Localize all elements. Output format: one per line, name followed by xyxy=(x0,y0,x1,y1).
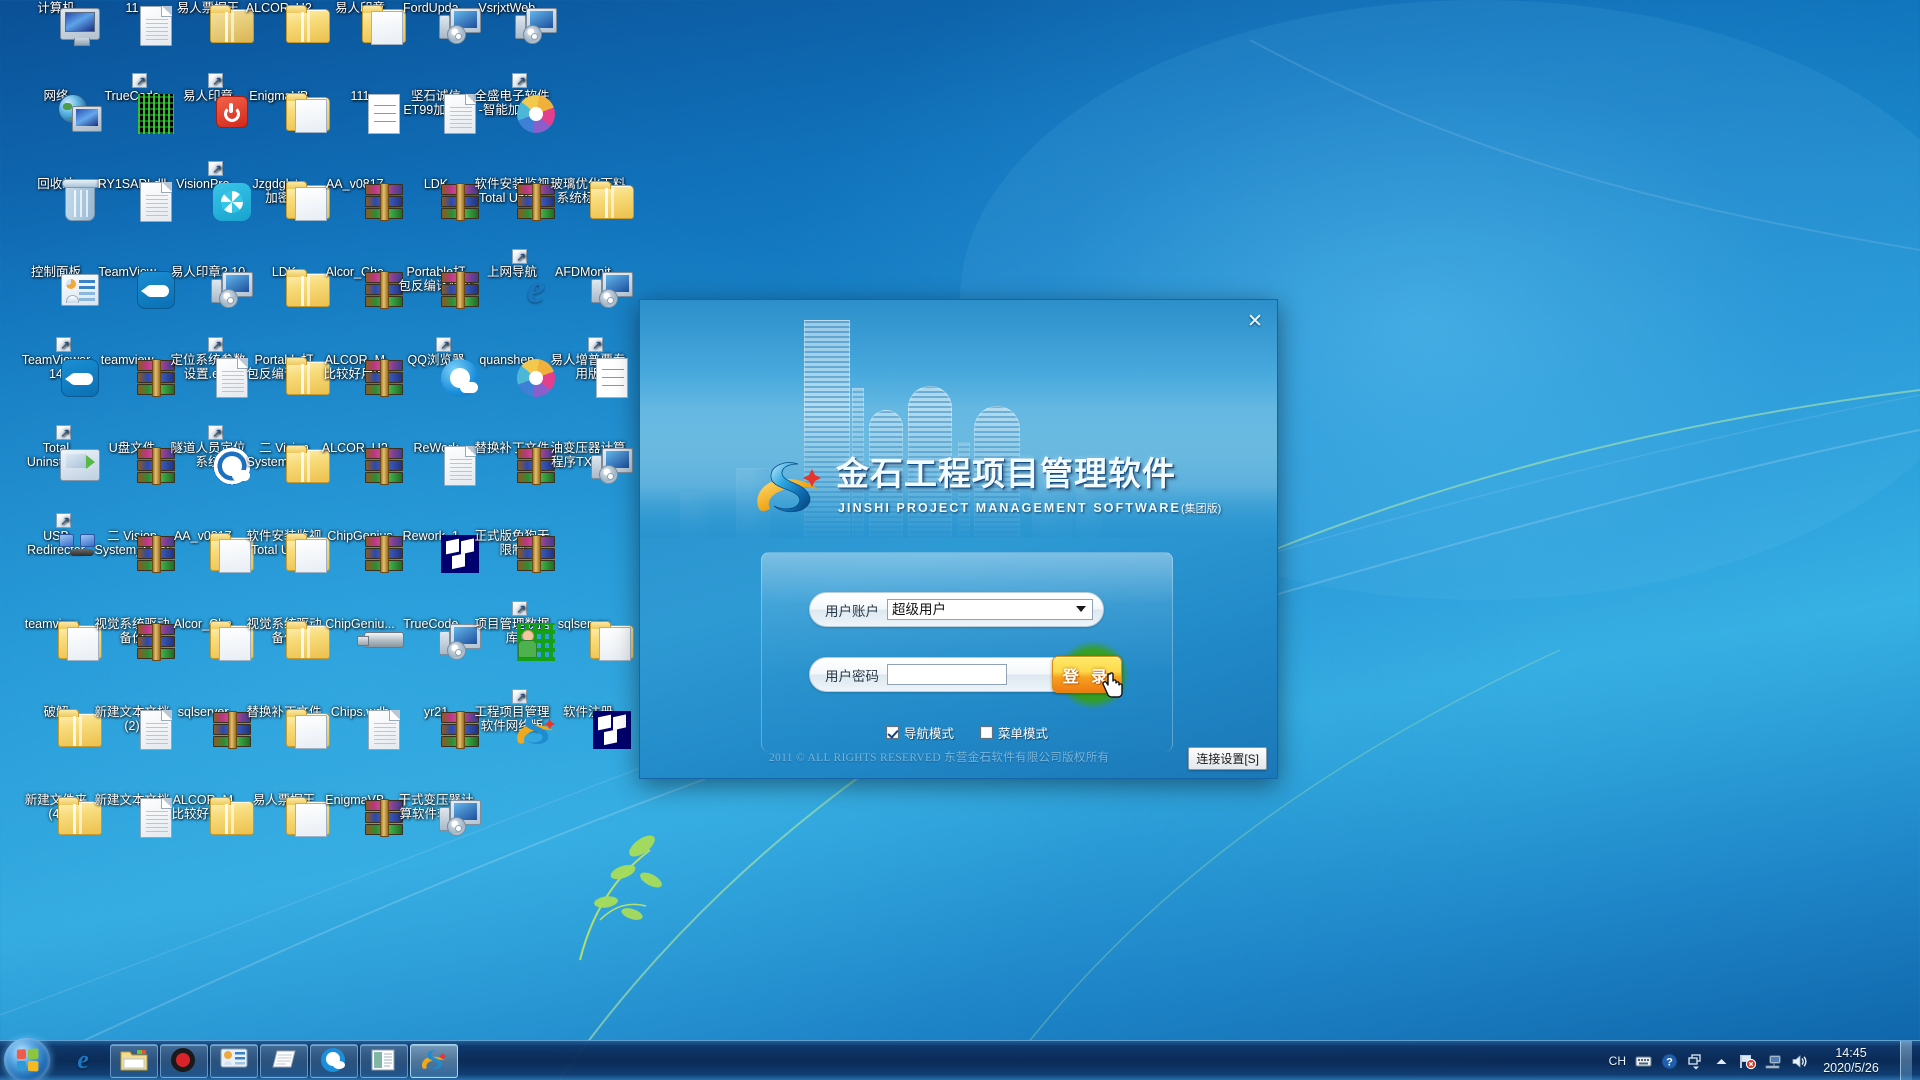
desktop-icon[interactable]: VsrjxtWeb... xyxy=(460,1,564,44)
desktop-icon[interactable]: 干式变压器计 算软件软件... xyxy=(384,793,488,836)
chevron-down-icon xyxy=(1076,606,1086,612)
taskbar-button-document-window[interactable] xyxy=(360,1044,408,1078)
cpanel-icon xyxy=(220,1047,248,1075)
app-title-en: JINSHI PROJECT MANAGEMENT SOFTWARE(集团版) xyxy=(838,500,1221,516)
app-title-cn: 金石工程项目管理软件 xyxy=(836,455,1176,492)
system-tray: CH ? 14:45 2020/5/26 xyxy=(1609,1041,1920,1080)
volume-icon[interactable] xyxy=(1791,1053,1808,1070)
app-title-en-text: JINSHI PROJECT MANAGEMENT SOFTWARE xyxy=(838,501,1181,515)
account-selected-value: 超级用户 xyxy=(892,602,946,617)
shortcut-arrow-icon: ↗ xyxy=(512,73,527,88)
desktop-icon[interactable]: ↗ 全盛电子软件 -智能加密版 xyxy=(460,73,564,133)
ime-indicator[interactable]: CH xyxy=(1609,1054,1626,1068)
desktop-icon[interactable]: sqlserver... xyxy=(536,617,640,661)
taskbar-button-recorder[interactable] xyxy=(160,1044,208,1078)
login-dialog: 金石工程项目管理软件 JINSHI PROJECT MANAGEMENT SOF… xyxy=(639,299,1278,779)
show-hidden-icon[interactable] xyxy=(1713,1053,1730,1070)
keyboard-icon[interactable] xyxy=(1635,1053,1652,1070)
copyright-text: 2011 © ALL RIGHTS RESERVED 东营金石软件有限公司版权所… xyxy=(769,752,1110,764)
clock-date: 2020/5/26 xyxy=(1823,1061,1879,1075)
shortcut-arrow-icon: ↗ xyxy=(56,513,71,528)
taskbar-button-windows-explorer[interactable] xyxy=(110,1044,158,1078)
svg-text:?: ? xyxy=(1666,1056,1673,1068)
clock-time: 14:45 xyxy=(1835,1046,1867,1060)
windows-logo-icon xyxy=(16,1048,39,1072)
folder-icon xyxy=(120,1047,148,1075)
brand-block: 金石工程项目管理软件 JINSHI PROJECT MANAGEMENT SOF… xyxy=(752,455,1272,535)
taskbar: e CH ? 14:45 2020/5/26 xyxy=(0,1038,1920,1080)
ie-icon: e xyxy=(77,1045,89,1074)
desktop-icon[interactable]: 正式版免狗无 限制 xyxy=(460,529,564,573)
taskbar-button-qq-browser-window[interactable] xyxy=(310,1044,358,1078)
login-button[interactable]: 登 录 xyxy=(1052,656,1122,693)
shortcut-arrow-icon: ↗ xyxy=(436,337,451,352)
qq-icon xyxy=(320,1047,348,1075)
record-icon xyxy=(170,1047,198,1075)
taskbar-button-jinshi-window[interactable] xyxy=(410,1044,458,1078)
app-title-edition: (集团版) xyxy=(1180,503,1222,515)
jinshi-logo-icon xyxy=(752,457,826,519)
account-select[interactable]: 超级用户 xyxy=(887,599,1093,620)
account-field-row: 用户账户 超级用户 xyxy=(809,592,1104,627)
start-button[interactable] xyxy=(4,1038,50,1080)
shortcut-arrow-icon: ↗ xyxy=(56,425,71,440)
help-icon[interactable]: ? xyxy=(1661,1053,1678,1070)
action-center-flag-icon[interactable] xyxy=(1739,1053,1757,1070)
shortcut-arrow-icon: ↗ xyxy=(208,425,223,440)
notepad-icon xyxy=(270,1047,298,1075)
login-footer: 2011 © ALL RIGHTS RESERVED 东营金石软件有限公司版权所… xyxy=(640,736,1277,778)
shortcut-arrow-icon: ↗ xyxy=(512,249,527,264)
desktop-icon[interactable]: ↗ 易人增普票专 用版 xyxy=(536,337,640,398)
close-icon[interactable]: ✕ xyxy=(1243,310,1267,334)
show-desktop-button[interactable] xyxy=(1900,1041,1912,1080)
taskbar-button-control-panel-window[interactable] xyxy=(210,1044,258,1078)
shortcut-arrow-icon: ↗ xyxy=(512,689,527,704)
desktop-icon[interactable]: 玻璃优化下料 系统标准版 xyxy=(536,177,640,219)
clock[interactable]: 14:45 2020/5/26 xyxy=(1817,1046,1885,1076)
network-icon[interactable] xyxy=(1765,1053,1782,1070)
jinshi-icon xyxy=(420,1047,448,1075)
taskbar-button-internet-explorer[interactable]: e xyxy=(60,1044,108,1078)
desktop-icon[interactable]: 软件注册 xyxy=(536,705,640,749)
shortcut-arrow-icon: ↗ xyxy=(588,337,603,352)
taskbar-button-notepad-window[interactable] xyxy=(260,1044,308,1078)
login-form-panel: 用户账户 超级用户 用户密码 登 录 导航模式 菜单模式 xyxy=(761,552,1173,752)
document-icon xyxy=(370,1047,398,1075)
shortcut-arrow-icon: ↗ xyxy=(208,337,223,352)
shortcut-arrow-icon: ↗ xyxy=(512,601,527,616)
window-stack-icon[interactable] xyxy=(1687,1053,1704,1070)
shortcut-arrow-icon: ↗ xyxy=(208,73,223,88)
shortcut-arrow-icon: ↗ xyxy=(132,73,147,88)
taskbar-buttons: e xyxy=(60,1043,458,1079)
account-label: 用户账户 xyxy=(825,603,879,619)
desktop-icon[interactable]: AFDMonit... xyxy=(536,265,640,308)
shortcut-arrow-icon: ↗ xyxy=(56,337,71,352)
desktop-icon[interactable]: 油变压器计算 程序TXS13... xyxy=(536,441,640,484)
password-label: 用户密码 xyxy=(825,668,879,684)
password-input[interactable] xyxy=(887,664,1007,685)
shortcut-arrow-icon: ↗ xyxy=(208,161,223,176)
connection-settings-button[interactable]: 连接设置[S] xyxy=(1188,747,1267,770)
